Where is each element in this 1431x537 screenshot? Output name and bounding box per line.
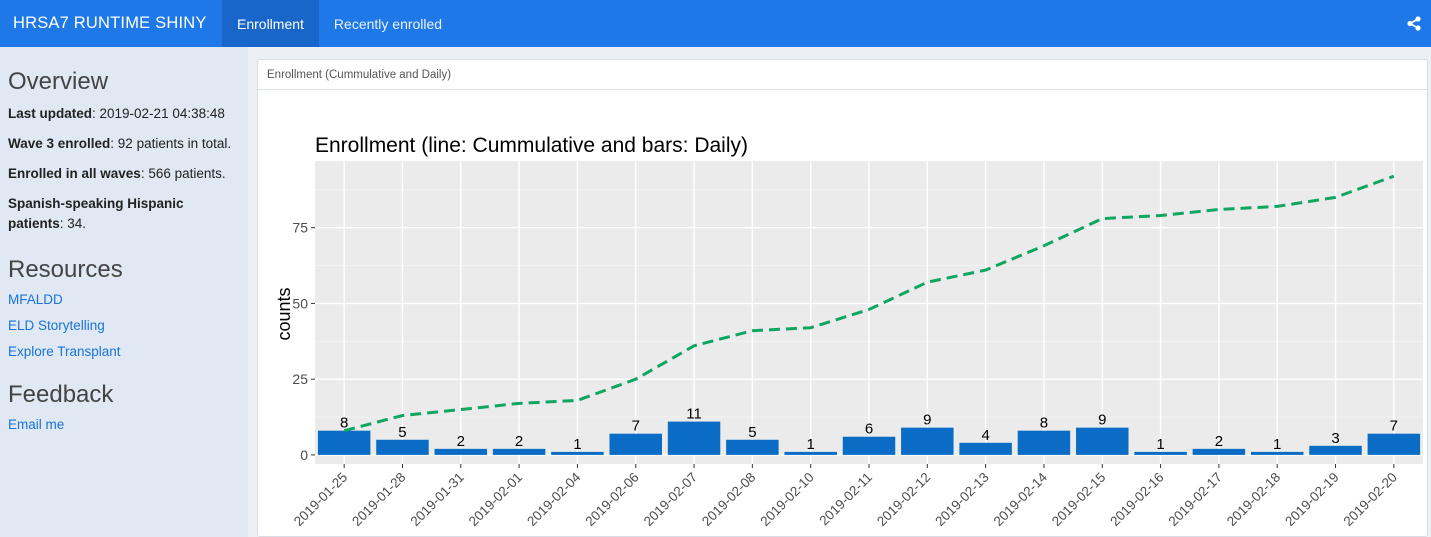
x-tick-label: 2019-01-25: [291, 470, 350, 529]
stat-last-updated: Last updated: 2019-02-21 04:38:48: [8, 106, 225, 121]
stat-spanish-hispanic: Spanish-speaking Hispanic patients: 34.: [8, 196, 184, 231]
bar-value-label: 7: [632, 418, 640, 435]
x-tick-label: 2019-01-28: [349, 470, 408, 529]
y-tick-label: 75: [292, 220, 308, 236]
bar-value-label: 1: [807, 436, 815, 453]
stat-all-waves: Enrolled in all waves: 566 patients.: [8, 166, 226, 181]
enrollment-panel: Enrollment (Cummulative and Daily) 8 5 2 2 1…: [257, 59, 1428, 537]
tab-enrollment[interactable]: Enrollment: [222, 0, 319, 47]
y-axis-label: counts: [274, 287, 294, 340]
app-brand[interactable]: HRSA7 RUNTIME SHINY: [0, 0, 222, 47]
bar: [609, 433, 662, 455]
x-tick-label: 2019-01-31: [407, 470, 466, 529]
x-ticks: 2019-01-252019-01-282019-01-312019-02-01…: [291, 464, 1400, 529]
bar: [667, 421, 721, 455]
x-tick-label: 2019-02-06: [582, 470, 641, 529]
x-tick-label: 2019-02-19: [1282, 470, 1341, 529]
sidebar: Overview Last updated: 2019-02-21 04:38:…: [0, 47, 248, 537]
y-tick-label: 0: [300, 447, 308, 463]
x-tick-label: 2019-02-14: [991, 469, 1051, 529]
x-tick-label: 2019-02-15: [1049, 470, 1108, 529]
bar: [376, 439, 429, 455]
bar-value-label: 5: [398, 424, 406, 441]
bar: [1309, 445, 1362, 455]
feedback-heading: Feedback: [8, 381, 114, 408]
bar-value-label: 7: [1390, 418, 1398, 435]
bar: [1076, 427, 1129, 455]
bar-value-label: 11: [686, 406, 702, 423]
x-tick-label: 2019-02-10: [757, 470, 816, 529]
x-tick-label: 2019-02-11: [816, 470, 875, 529]
x-tick-label: 2019-02-16: [1107, 470, 1166, 529]
bar-value-label: 2: [1215, 433, 1223, 450]
bar: [1367, 433, 1421, 455]
x-tick-label: 2019-02-18: [1224, 470, 1283, 529]
bar-value-label: 2: [457, 433, 465, 450]
panel-heading: Enrollment (Cummulative and Daily): [258, 60, 1427, 90]
link-email-me[interactable]: Email me: [8, 417, 240, 432]
x-tick-label: 2019-02-07: [641, 470, 700, 529]
bar: [726, 439, 779, 455]
bar-value-label: 1: [1273, 436, 1281, 453]
resources-heading: Resources: [8, 256, 123, 283]
bar-value-label: 3: [1331, 430, 1339, 447]
bar-value-label: 6: [865, 421, 873, 438]
share-icon: [1407, 16, 1421, 31]
bar: [901, 427, 954, 455]
x-tick-label: 2019-02-13: [932, 470, 991, 529]
bar: [317, 430, 371, 455]
x-tick-label: 2019-02-08: [699, 470, 758, 529]
bar-value-label: 8: [1040, 415, 1048, 432]
x-tick-label: 2019-02-12: [874, 470, 933, 529]
overview-heading: Overview: [8, 68, 109, 95]
x-tick-label: 2019-02-17: [1166, 470, 1225, 529]
link-eld-storytelling[interactable]: ELD Storytelling: [8, 318, 240, 333]
chart-title: Enrollment (line: Cummulative and bars: …: [315, 134, 748, 157]
enrollment-chart: 852 2 1711516948 91 2 1 37 0255075 2019-01-252…: [274, 134, 1423, 529]
navbar: HRSA7 RUNTIME SHINY Enrollment Recently …: [0, 0, 1431, 47]
bar-value-label: 1: [1156, 436, 1164, 453]
link-mfaldd[interactable]: MFALDD: [8, 292, 240, 307]
bar-value-label: 4: [981, 427, 989, 444]
link-explore-transplant[interactable]: Explore Transplant: [8, 344, 240, 359]
bar-value-label: 9: [1098, 412, 1106, 429]
x-tick-label: 2019-02-04: [524, 469, 584, 529]
bar-value-label: 2: [515, 433, 523, 450]
bar: [959, 442, 1012, 455]
bar: [1017, 430, 1071, 455]
y-tick-label: 50: [292, 295, 308, 311]
x-tick-label: 2019-02-20: [1341, 470, 1400, 529]
bar-value-label: 1: [573, 436, 581, 453]
y-tick-label: 25: [292, 371, 308, 387]
x-tick-label: 2019-02-01: [466, 470, 525, 529]
tab-recently-enrolled[interactable]: Recently enrolled: [319, 0, 457, 47]
bar-value-label: 9: [923, 412, 931, 429]
bar-value-label: 5: [748, 424, 756, 441]
y-ticks: 0 25 50 75: [292, 220, 315, 463]
stat-wave3-enrolled: Wave 3 enrolled: 92 patients in total.: [8, 136, 232, 151]
share-button[interactable]: [1397, 0, 1431, 47]
bar: [842, 436, 896, 455]
